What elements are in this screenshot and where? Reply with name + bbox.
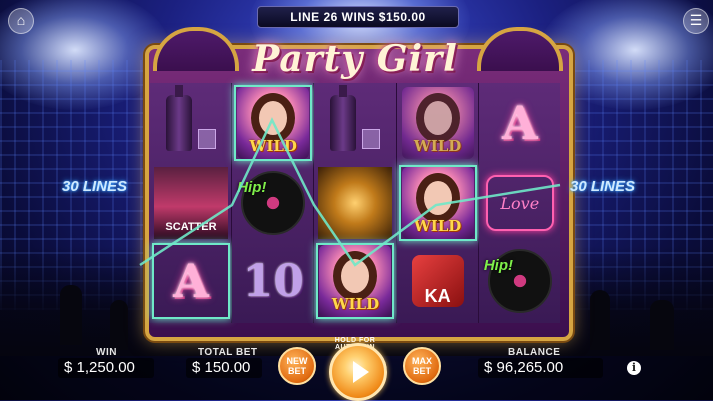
info-button[interactable]: i <box>627 361 641 375</box>
lines-count-right: 30 LINES <box>570 178 636 195</box>
max-bet-button[interactable]: MAX BET <box>403 347 441 385</box>
play-icon <box>353 361 369 383</box>
max-bet-label: MAX BET <box>412 356 432 376</box>
win-label: WIN <box>96 347 117 358</box>
total-bet-label: TOTAL BET <box>198 347 258 358</box>
payline-26 <box>139 117 561 267</box>
new-bet-label: NEW BET <box>286 356 308 376</box>
balance-value: $ 96,265.00 <box>478 358 603 378</box>
lines-count-left: 30 LINES <box>62 178 128 195</box>
new-bet-button[interactable]: NEW BET <box>278 347 316 385</box>
total-bet-value: $ 150.00 <box>186 358 262 378</box>
win-value: $ 1,250.00 <box>58 358 154 378</box>
balance-label: BALANCE <box>508 347 561 358</box>
spin-button[interactable] <box>329 343 387 401</box>
